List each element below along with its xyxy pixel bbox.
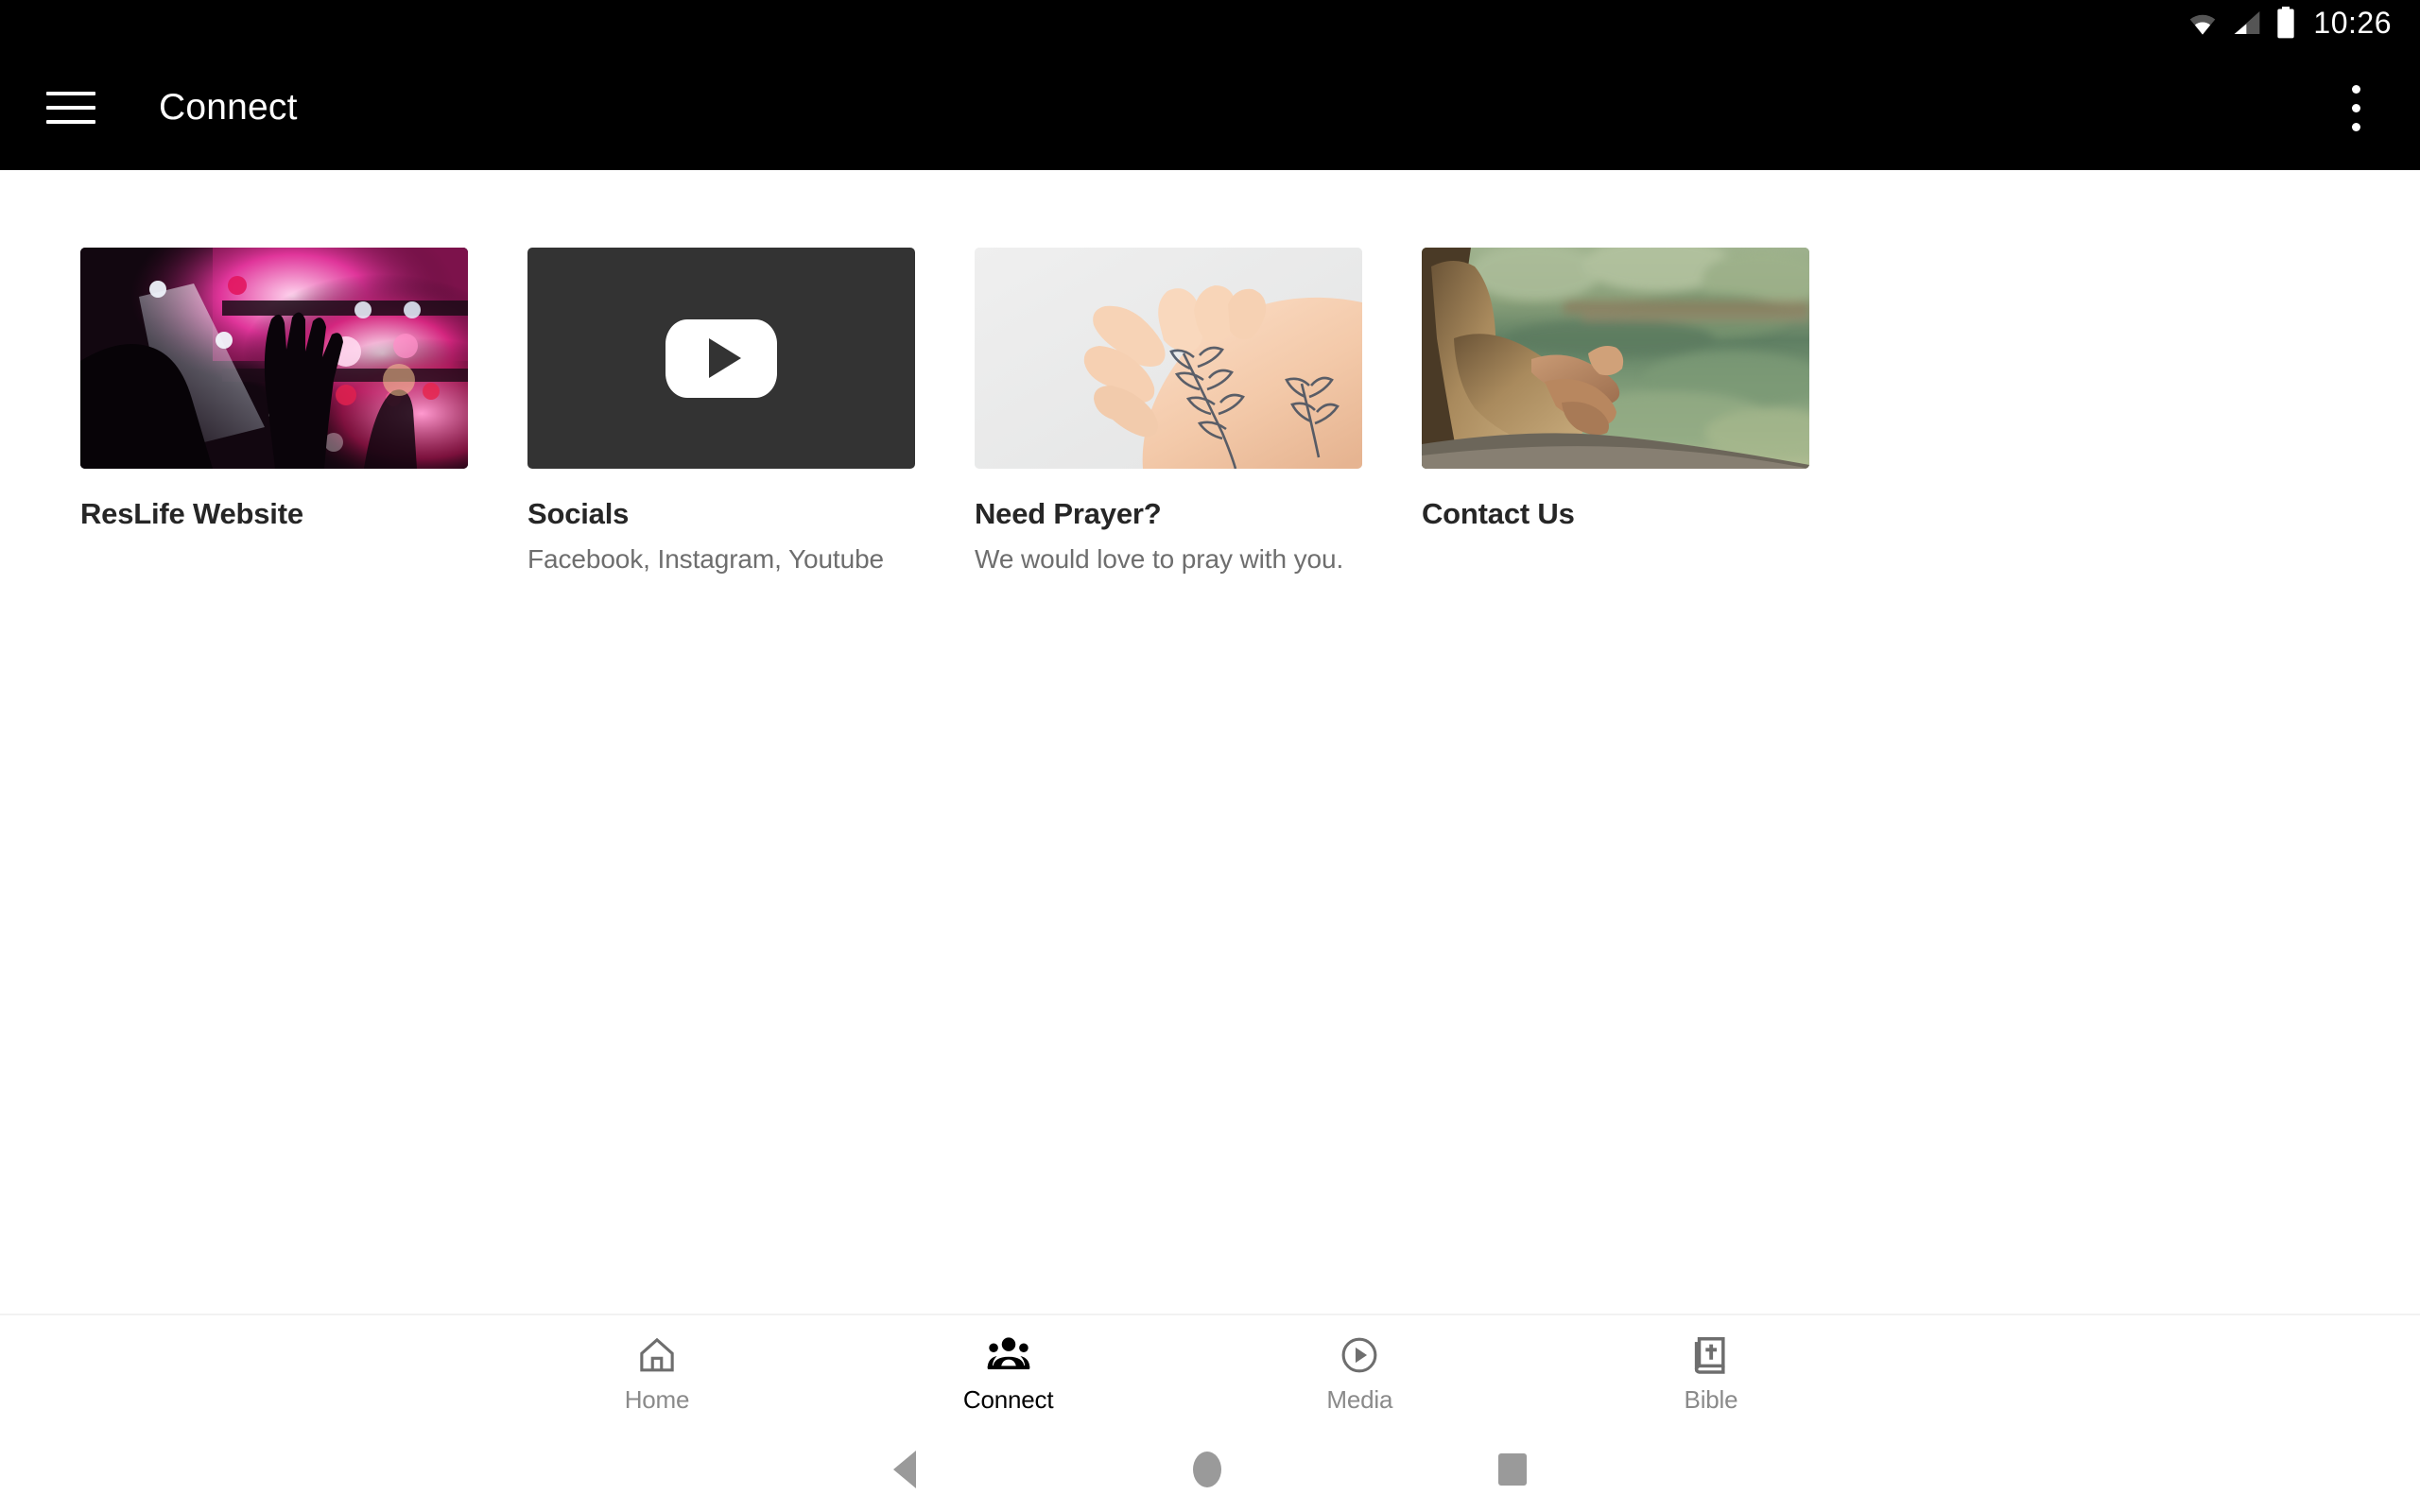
hamburger-bar	[46, 120, 95, 124]
nav-label: Media	[1326, 1384, 1393, 1414]
card-title: Contact Us	[1422, 497, 1575, 530]
status-icon-group	[2187, 7, 2296, 39]
hamburger-bar	[46, 92, 95, 95]
nav-item-media[interactable]: Media	[1288, 1329, 1430, 1415]
youtube-video-placeholder[interactable]	[527, 248, 915, 469]
wifi-icon	[2190, 14, 2216, 35]
nav-label: Bible	[1684, 1384, 1738, 1414]
cellular-signal-icon	[2235, 11, 2260, 34]
card-subtitle: We would love to pray with you.	[975, 544, 1344, 574]
praying-hands-art	[975, 248, 1362, 469]
page-title: Connect	[159, 87, 298, 128]
card-title: ResLife Website	[80, 497, 303, 530]
concert-worship-photo[interactable]	[80, 248, 468, 469]
hamburger-menu-icon[interactable]	[28, 65, 113, 150]
hands-by-lake-art	[1422, 248, 1809, 469]
people-group-icon	[987, 1329, 1030, 1376]
hands-by-lake-photo[interactable]	[1422, 248, 1809, 469]
card-reslife-website[interactable]: ResLife Website	[80, 248, 468, 575]
play-button-icon[interactable]	[666, 318, 777, 398]
back-triangle-icon[interactable]	[893, 1451, 916, 1488]
system-nav-buttons	[893, 1451, 1527, 1488]
nav-item-bible[interactable]: Bible	[1640, 1329, 1782, 1415]
nav-label: Connect	[962, 1384, 1054, 1414]
nav-item-connect[interactable]: Connect	[938, 1329, 1080, 1415]
connect-content: ResLife Website Socials Facebook, Instag…	[0, 170, 2420, 1314]
more-vertical-icon[interactable]	[2318, 65, 2394, 150]
menu-dot	[2351, 122, 2360, 131]
card-title: Socials	[527, 497, 630, 530]
nav-item-group: Home Connect Media Bible	[586, 1329, 1782, 1415]
card-need-prayer[interactable]: Need Prayer? We would love to pray with …	[975, 248, 1362, 575]
menu-dot	[2351, 103, 2360, 112]
nav-item-home[interactable]: Home	[586, 1329, 728, 1415]
bible-book-icon	[1691, 1329, 1731, 1376]
nav-label: Home	[624, 1384, 690, 1414]
hamburger-bar	[46, 106, 95, 110]
praying-hands-photo[interactable]	[975, 248, 1362, 469]
card-subtitle: Facebook, Instagram, Youtube	[527, 544, 885, 574]
concert-photo-art	[80, 248, 468, 469]
status-time: 10:26	[2313, 5, 2392, 40]
card-socials[interactable]: Socials Facebook, Instagram, Youtube	[527, 248, 915, 575]
battery-icon	[2277, 7, 2295, 39]
card-grid: ResLife Website Socials Facebook, Instag…	[0, 170, 2420, 575]
status-bar: 10:26	[0, 0, 2420, 45]
home-circle-icon[interactable]	[1193, 1452, 1221, 1487]
bottom-navigation-bar: Home Connect Media Bible	[0, 1315, 2420, 1427]
recents-square-icon[interactable]	[1498, 1453, 1527, 1486]
play-triangle	[709, 338, 741, 378]
home-icon	[636, 1329, 678, 1376]
card-title: Need Prayer?	[975, 497, 1162, 530]
android-system-navigation-bar	[0, 1427, 2420, 1512]
card-contact-us[interactable]: Contact Us	[1422, 248, 1809, 575]
menu-dot	[2351, 84, 2360, 94]
play-circle-icon	[1339, 1329, 1380, 1376]
app-bar: Connect	[0, 45, 2420, 170]
